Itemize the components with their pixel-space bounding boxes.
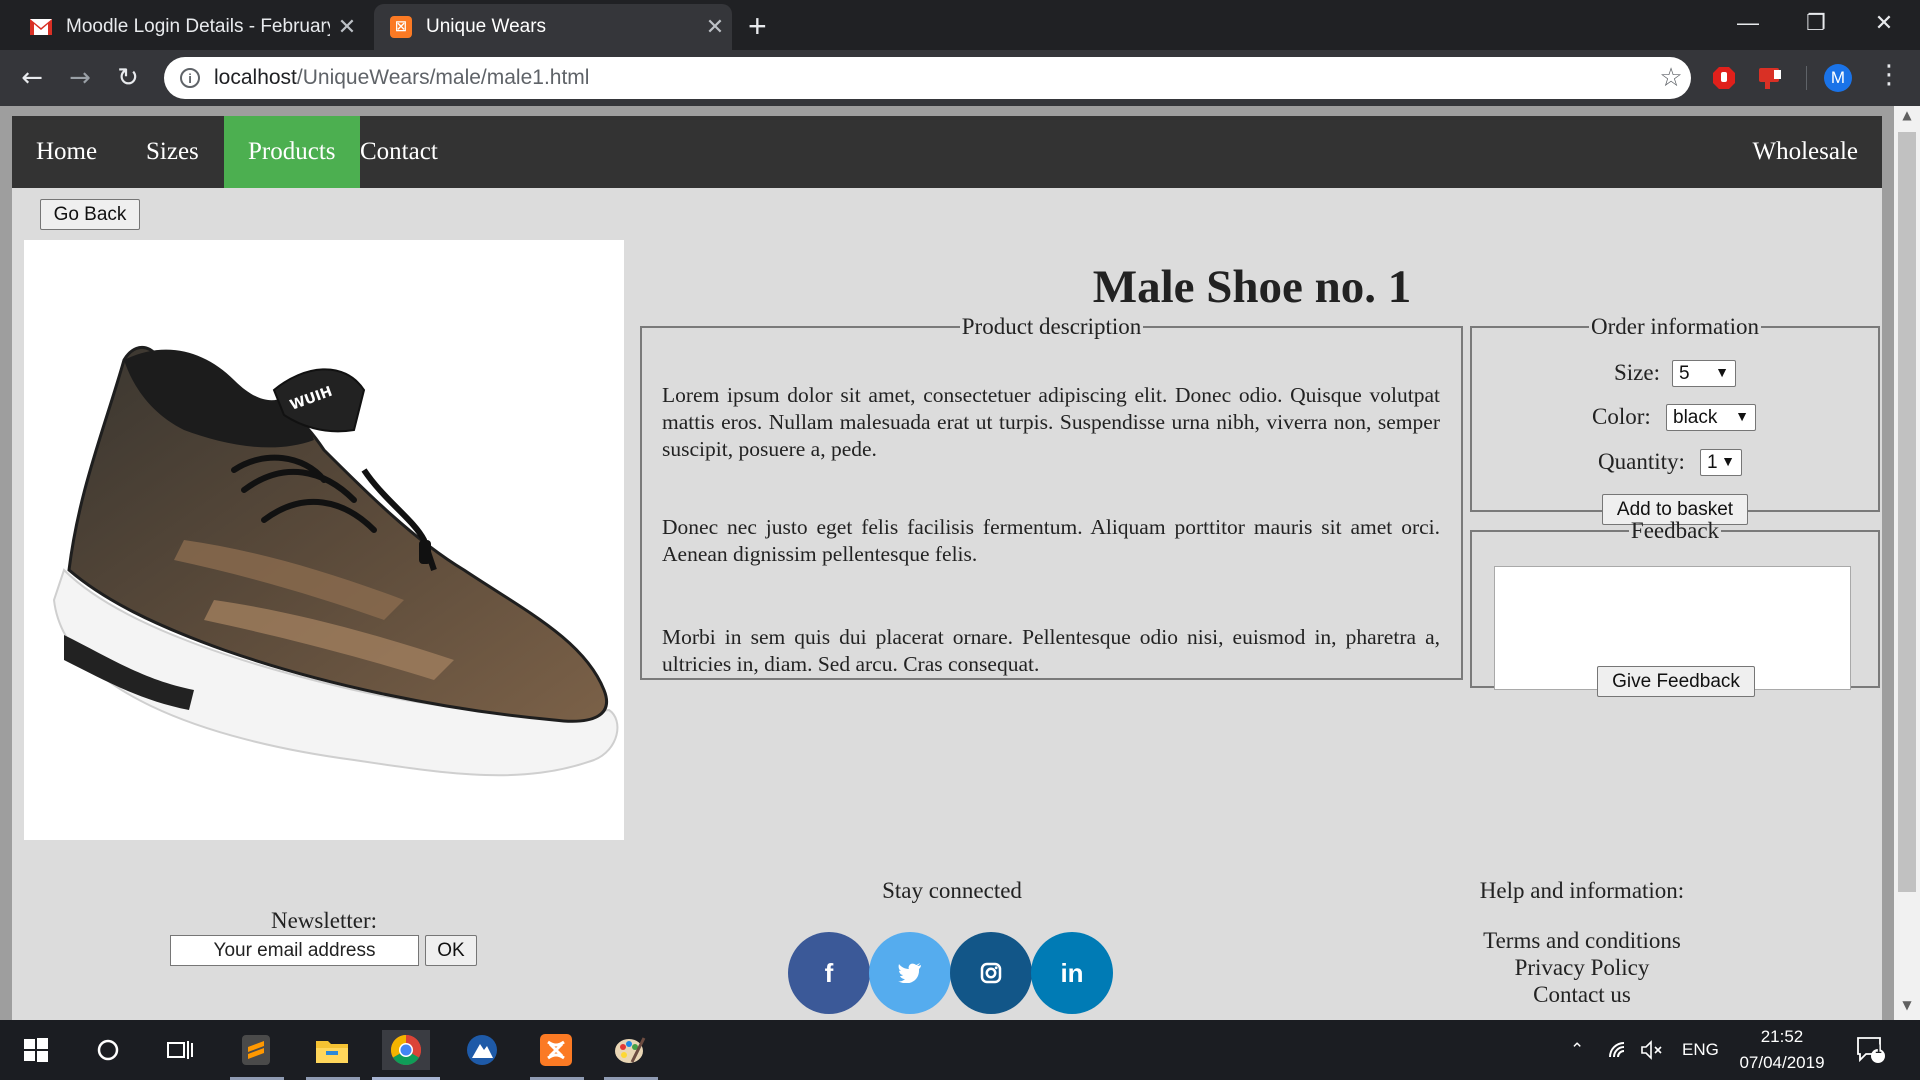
order-information-box: Order information Size: 5 ▼ Color: black ▼… (1470, 314, 1880, 525)
tab-title: Moodle Login Details - February (66, 16, 330, 37)
size-select[interactable]: 5 ▼ (1672, 360, 1736, 387)
shoe-illustration: WUIH (52, 346, 619, 777)
clock[interactable]: 21:52 07/04/2019 (1732, 1020, 1832, 1080)
product-description-box: Product description Lorem ipsum dolor si… (640, 314, 1463, 680)
cortana-search-icon[interactable] (84, 1030, 132, 1070)
description-paragraph: Donec nec justo eget felis facilisis fer… (662, 515, 1440, 566)
new-tab-icon[interactable]: + (748, 8, 767, 45)
browser-toolbar: ← → ↻ i localhost/UniqueWears/male/male1… (0, 50, 1920, 106)
facebook-icon[interactable]: f (788, 932, 870, 1014)
page: Home Sizes Products Contact Wholesale Go… (12, 116, 1882, 1020)
go-back-button[interactable]: Go Back (40, 199, 140, 230)
twitter-icon[interactable] (869, 932, 951, 1014)
privacy-link[interactable]: Privacy Policy (1462, 955, 1702, 981)
sublime-text-icon[interactable] (232, 1030, 280, 1070)
adblock-extension-icon[interactable] (1708, 62, 1740, 94)
minimize-icon[interactable]: — (1714, 6, 1782, 40)
product-description-legend: Product description (961, 314, 1142, 339)
tab-title: Unique Wears (426, 16, 547, 37)
color-label: Color: (1592, 404, 1651, 429)
description-paragraph: Lorem ipsum dolor sit amet, consectetuer… (662, 383, 1440, 461)
help-info-title: Help and information: (1479, 878, 1685, 903)
menu-icon[interactable]: ⋮ (1876, 60, 1902, 90)
color-value: black (1673, 406, 1718, 428)
product-image: WUIH (24, 240, 624, 840)
url-text[interactable]: localhost/UniqueWears/male/male1.html (214, 66, 1651, 90)
dropdown-arrow-icon: ▼ (1721, 453, 1735, 469)
product-title: Male Shoe no. 1 (1092, 261, 1412, 313)
close-window-icon[interactable]: ✕ (1850, 6, 1918, 40)
chrome-icon[interactable] (382, 1030, 430, 1070)
give-feedback-button[interactable]: Give Feedback (1597, 666, 1755, 697)
dislike-extension-icon[interactable] (1754, 62, 1786, 94)
quantity-value: 1 (1707, 451, 1718, 473)
scroll-down-icon[interactable]: ▼ (1894, 998, 1920, 1018)
dropdown-arrow-icon: ▼ (1735, 408, 1749, 424)
scroll-up-icon[interactable]: ▲ (1894, 108, 1920, 128)
size-label: Size: (1614, 360, 1660, 385)
close-tab-icon[interactable]: ✕ (330, 14, 364, 40)
quantity-label: Quantity: (1598, 449, 1685, 474)
size-value: 5 (1679, 362, 1690, 384)
feedback-legend: Feedback (1630, 518, 1720, 543)
description-paragraph: Morbi in sem quis dui placerat ornare. P… (662, 625, 1440, 676)
close-tab-icon[interactable]: ✕ (698, 14, 732, 40)
forward-icon[interactable]: → (60, 58, 100, 98)
paint-icon[interactable] (606, 1030, 654, 1070)
bookmark-star-icon[interactable]: ☆ (1651, 63, 1691, 93)
windows-taskbar: ⌃ ENG 21:52 07/04/2019 1 (0, 1020, 1920, 1080)
reload-icon[interactable]: ↻ (108, 58, 148, 98)
volume-muted-icon[interactable] (1640, 1020, 1664, 1080)
network-icon[interactable] (1608, 1020, 1630, 1080)
newsletter-ok-button[interactable]: OK (425, 935, 477, 966)
show-hidden-icons[interactable]: ⌃ (1570, 1020, 1584, 1080)
stay-connected-label: Stay connected (882, 878, 1022, 903)
nav-wholesale[interactable]: Wholesale (1728, 116, 1882, 188)
profile-avatar[interactable]: M (1824, 64, 1852, 92)
linkedin-icon[interactable]: in (1031, 932, 1113, 1014)
nav-home[interactable]: Home (12, 116, 121, 188)
tab-unique-wears[interactable]: ☒ Unique Wears ✕ (374, 4, 732, 50)
terms-link[interactable]: Terms and conditions (1462, 928, 1702, 954)
vertical-scrollbar[interactable]: ▲ ▼ (1894, 106, 1920, 1020)
tab-moodle[interactable]: Moodle Login Details - February ✕ (14, 4, 364, 50)
dropdown-arrow-icon: ▼ (1715, 364, 1729, 380)
quantity-select[interactable]: 1 ▼ (1700, 449, 1742, 476)
action-center-icon[interactable]: 1 (1856, 1020, 1886, 1080)
feedback-box: Feedback Give Feedback (1470, 518, 1880, 697)
clock-time: 21:52 (1760, 1027, 1804, 1046)
contact-us-link[interactable]: Contact us (1462, 982, 1702, 1008)
top-navigation: Home Sizes Products Contact Wholesale (12, 116, 1882, 188)
restore-icon[interactable]: ❐ (1782, 6, 1850, 40)
instagram-icon[interactable] (950, 932, 1032, 1014)
back-icon[interactable]: ← (12, 58, 52, 98)
xampp-icon: ☒ (390, 16, 412, 38)
nav-sizes[interactable]: Sizes (122, 116, 223, 188)
gmail-icon (30, 16, 52, 38)
language-indicator[interactable]: ENG (1682, 1020, 1719, 1080)
browser-tab-bar: Moodle Login Details - February ✕ ☒ Uniq… (0, 0, 1920, 50)
toolbar-separator (1806, 66, 1807, 90)
color-select[interactable]: black ▼ (1666, 404, 1756, 431)
xampp-taskbar-icon[interactable] (532, 1030, 580, 1070)
nav-contact[interactable]: Contact (336, 116, 462, 188)
info-icon[interactable]: i (180, 68, 200, 88)
app-icon[interactable] (458, 1030, 506, 1070)
task-view-icon[interactable] (156, 1030, 204, 1070)
order-information-legend: Order information (1591, 314, 1759, 339)
browser-viewport: Home Sizes Products Contact Wholesale Go… (0, 106, 1920, 1020)
clock-date: 07/04/2019 (1739, 1053, 1825, 1072)
file-explorer-icon[interactable] (308, 1030, 356, 1070)
windows-start-icon[interactable] (12, 1030, 60, 1070)
newsletter-email-input[interactable]: Your email address (170, 935, 419, 966)
address-bar[interactable]: i localhost/UniqueWears/male/male1.html … (164, 57, 1691, 99)
newsletter-label: Newsletter: (270, 908, 377, 933)
scrollbar-thumb[interactable] (1898, 132, 1916, 892)
notification-count: 1 (1875, 1042, 1882, 1056)
